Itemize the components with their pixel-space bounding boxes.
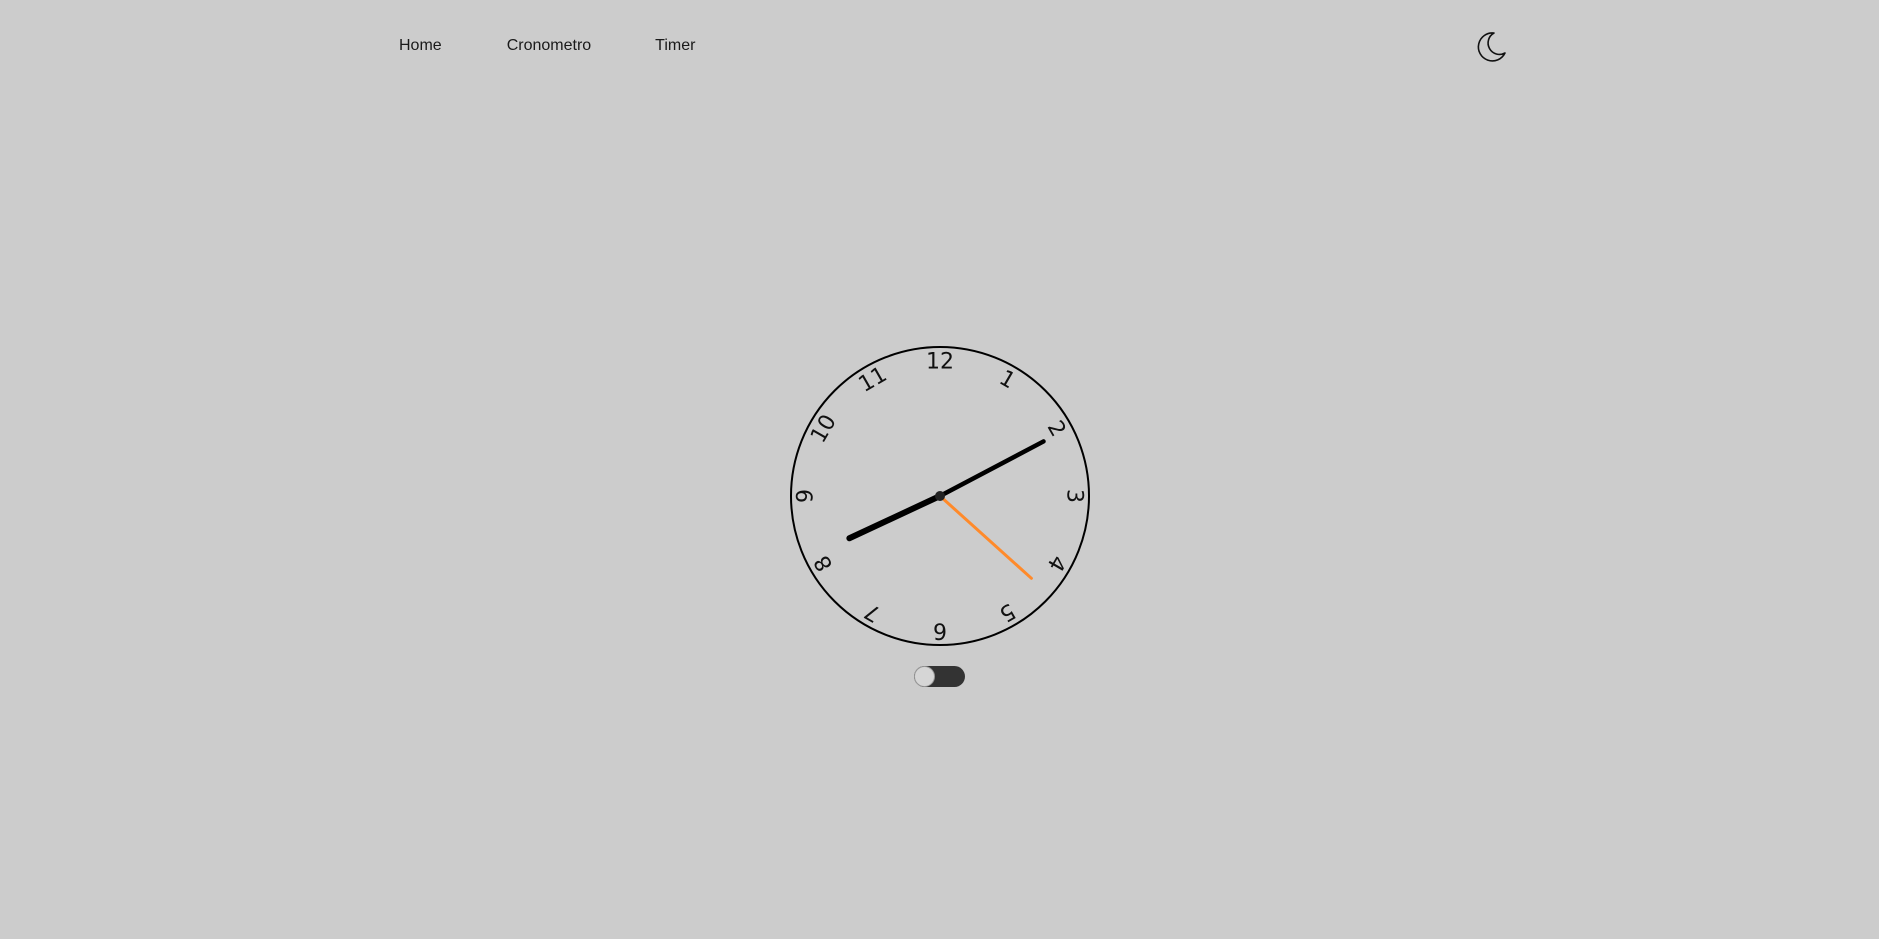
clock-number-12: 12: [926, 350, 954, 375]
toggle-switch[interactable]: [914, 666, 965, 687]
clock-number-6: 6: [933, 618, 947, 643]
clock-center: [935, 491, 945, 501]
moon-icon: [1477, 32, 1506, 62]
clock-number-8: 8: [810, 551, 839, 576]
second-hand: [938, 494, 1033, 580]
toggle-switch-knob: [914, 666, 935, 687]
clock-number-3: 3: [1062, 489, 1087, 503]
page: Home Cronometro Timer 12 1 2 3 4 5 6 7 8 9 10 11: [0, 0, 1879, 939]
analog-clock: 12 1 2 3 4 5 6 7 8 9 10 11: [789, 345, 1091, 647]
clock-number-7: 7: [861, 598, 886, 627]
nav-timer-link[interactable]: Timer: [655, 35, 695, 57]
clock-number-2: 2: [1042, 417, 1071, 442]
clock-number-5: 5: [995, 598, 1020, 627]
clock-number-11: 11: [855, 362, 892, 398]
nav-cronometro-link[interactable]: Cronometro: [507, 35, 591, 57]
clock-number-10: 10: [806, 411, 842, 448]
top-nav: Home Cronometro Timer: [399, 35, 695, 57]
clock-number-1: 1: [995, 366, 1020, 395]
clock-number-9: 9: [794, 489, 819, 503]
nav-home-link[interactable]: Home: [399, 35, 442, 57]
hour-hand: [846, 493, 943, 542]
theme-toggle-button[interactable]: [1474, 29, 1508, 63]
minute-hand: [937, 439, 1046, 499]
clock-number-4: 4: [1042, 551, 1071, 576]
